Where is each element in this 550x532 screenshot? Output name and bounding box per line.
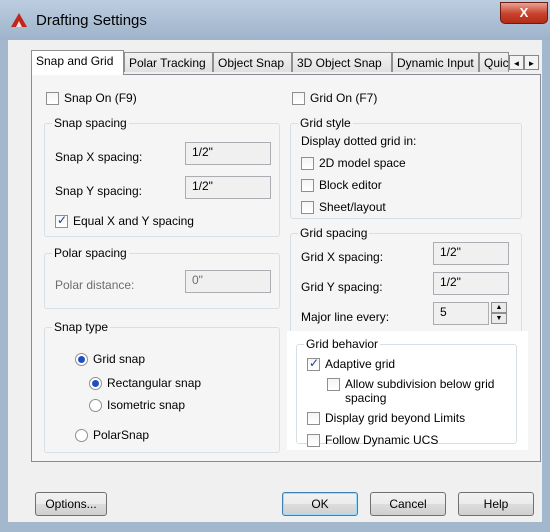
tab-polar-tracking[interactable]: Polar Tracking — [124, 52, 213, 72]
snap-x-spacing-label: Snap X spacing: — [55, 150, 143, 164]
sheet-layout-checkbox[interactable]: Sheet/layout — [301, 200, 386, 214]
major-line-every-input[interactable]: 5 — [433, 302, 489, 325]
snap-y-spacing-input[interactable]: 1/2" — [185, 176, 271, 199]
display-beyond-limits-label: Display grid beyond Limits — [325, 411, 466, 425]
cancel-button[interactable]: Cancel — [370, 492, 446, 516]
snap-spacing-title: Snap spacing — [52, 116, 129, 130]
block-editor-label: Block editor — [319, 178, 382, 192]
snap-x-spacing-input[interactable]: 1/2" — [185, 142, 271, 165]
ok-button[interactable]: OK — [282, 492, 358, 516]
isometric-snap-radio[interactable]: Isometric snap — [89, 398, 185, 412]
grid-on-checkbox[interactable]: Grid On (F7) — [292, 91, 377, 105]
snap-type-group: Snap type Grid snap Rectangular snap Iso… — [44, 320, 280, 453]
polarsnap-radio[interactable]: PolarSnap — [75, 428, 149, 442]
equal-xy-spacing-checkbox[interactable]: Equal X and Y spacing — [55, 213, 194, 228]
grid-on-box[interactable] — [292, 91, 305, 105]
grid-y-spacing-label: Grid Y spacing: — [301, 280, 383, 294]
major-line-spinner[interactable]: ▲ ▼ — [491, 302, 507, 325]
tab-strip: Snap and Grid Polar Tracking Object Snap… — [8, 50, 542, 75]
polarsnap-label: PolarSnap — [93, 428, 150, 442]
grid-snap-radio-button[interactable] — [75, 352, 88, 366]
snap-spacing-group: Snap spacing Snap X spacing: 1/2" Snap Y… — [44, 116, 280, 237]
tab-scroll-right-icon[interactable]: ► — [524, 55, 539, 70]
major-line-every-label: Major line every: — [301, 310, 390, 324]
tab-3d-object-snap[interactable]: 3D Object Snap — [292, 52, 392, 72]
allow-subdivision-checkbox[interactable]: Allow subdivision below grid spacing — [327, 377, 494, 405]
sheet-layout-box[interactable] — [301, 200, 314, 214]
block-editor-box[interactable] — [301, 178, 314, 192]
spin-down-icon[interactable]: ▼ — [491, 313, 507, 324]
grid-style-group: Grid style Display dotted grid in: 2D mo… — [290, 116, 522, 219]
autocad-red-a-icon — [11, 13, 27, 27]
equal-xy-spacing-box[interactable] — [55, 213, 68, 228]
rectangular-snap-label: Rectangular snap — [107, 376, 202, 390]
window-title: Drafting Settings — [36, 12, 147, 29]
isometric-snap-label: Isometric snap — [107, 398, 186, 412]
snap-on-checkbox[interactable]: Snap On (F9) — [46, 91, 137, 105]
tab-scroll-left-icon[interactable]: ◄ — [509, 55, 524, 70]
grid-spacing-title: Grid spacing — [298, 226, 370, 240]
grid-spacing-group: Grid spacing Grid X spacing: 1/2" Grid Y… — [290, 226, 522, 335]
rectangular-snap-radio-button[interactable] — [89, 376, 102, 390]
grid-y-spacing-input[interactable]: 1/2" — [433, 272, 509, 295]
grid-snap-radio[interactable]: Grid snap — [75, 352, 145, 366]
grid-style-title: Grid style — [298, 116, 353, 130]
display-beyond-limits-box[interactable] — [307, 411, 320, 425]
equal-xy-spacing-label: Equal X and Y spacing — [73, 214, 194, 228]
adaptive-grid-box[interactable] — [307, 356, 320, 371]
help-button[interactable]: Help — [458, 492, 534, 516]
tab-dynamic-input[interactable]: Dynamic Input — [392, 52, 479, 72]
allow-subdivision-label: Allow subdivision below grid spacing — [345, 377, 495, 405]
snap-on-label: Snap On (F9) — [64, 91, 137, 105]
snap-y-spacing-label: Snap Y spacing: — [55, 184, 142, 198]
grid-snap-label: Grid snap — [93, 352, 146, 366]
polar-distance-label: Polar distance: — [55, 278, 135, 292]
grid-on-label: Grid On (F7) — [310, 91, 378, 105]
grid-x-spacing-label: Grid X spacing: — [301, 250, 384, 264]
close-button[interactable]: X — [500, 2, 548, 24]
display-beyond-limits-checkbox[interactable]: Display grid beyond Limits — [307, 411, 465, 425]
follow-dynamic-ucs-box[interactable] — [307, 433, 320, 447]
snap-type-title: Snap type — [52, 320, 111, 334]
grid-x-spacing-input[interactable]: 1/2" — [433, 242, 509, 265]
drafting-settings-window: Drafting Settings X Snap and Grid Polar … — [0, 0, 550, 532]
2d-model-space-checkbox[interactable]: 2D model space — [301, 156, 406, 170]
2d-model-space-box[interactable] — [301, 156, 314, 170]
adaptive-grid-checkbox[interactable]: Adaptive grid — [307, 356, 396, 371]
title-bar[interactable]: Drafting Settings X — [0, 0, 550, 40]
polar-distance-input[interactable]: 0" — [185, 270, 271, 293]
allow-subdivision-box[interactable] — [327, 378, 340, 391]
grid-behavior-title: Grid behavior — [304, 337, 381, 351]
grid-behavior-group: Grid behavior Adaptive grid Allow subdiv… — [296, 337, 517, 447]
polarsnap-radio-button[interactable] — [75, 428, 88, 442]
snap-on-box[interactable] — [46, 91, 59, 105]
2d-model-space-label: 2D model space — [319, 156, 406, 170]
spin-up-icon[interactable]: ▲ — [491, 302, 507, 313]
grid-style-subtitle: Display dotted grid in: — [301, 134, 417, 148]
follow-dynamic-ucs-checkbox[interactable]: Follow Dynamic UCS — [307, 433, 438, 447]
adaptive-grid-label: Adaptive grid — [325, 357, 396, 371]
polar-spacing-title: Polar spacing — [52, 246, 129, 260]
polar-spacing-group: Polar spacing Polar distance: 0" — [44, 246, 280, 309]
options-button[interactable]: Options... — [35, 492, 107, 516]
block-editor-checkbox[interactable]: Block editor — [301, 178, 382, 192]
tab-quick-properties[interactable]: Quic — [479, 52, 509, 72]
rectangular-snap-radio[interactable]: Rectangular snap — [89, 376, 201, 390]
grid-behavior-highlight: Grid behavior Adaptive grid Allow subdiv… — [287, 331, 528, 450]
sheet-layout-label: Sheet/layout — [319, 200, 386, 214]
isometric-snap-radio-button[interactable] — [89, 398, 102, 412]
follow-dynamic-ucs-label: Follow Dynamic UCS — [325, 433, 439, 447]
tab-snap-and-grid[interactable]: Snap and Grid — [31, 50, 124, 75]
tab-object-snap[interactable]: Object Snap — [213, 52, 292, 72]
